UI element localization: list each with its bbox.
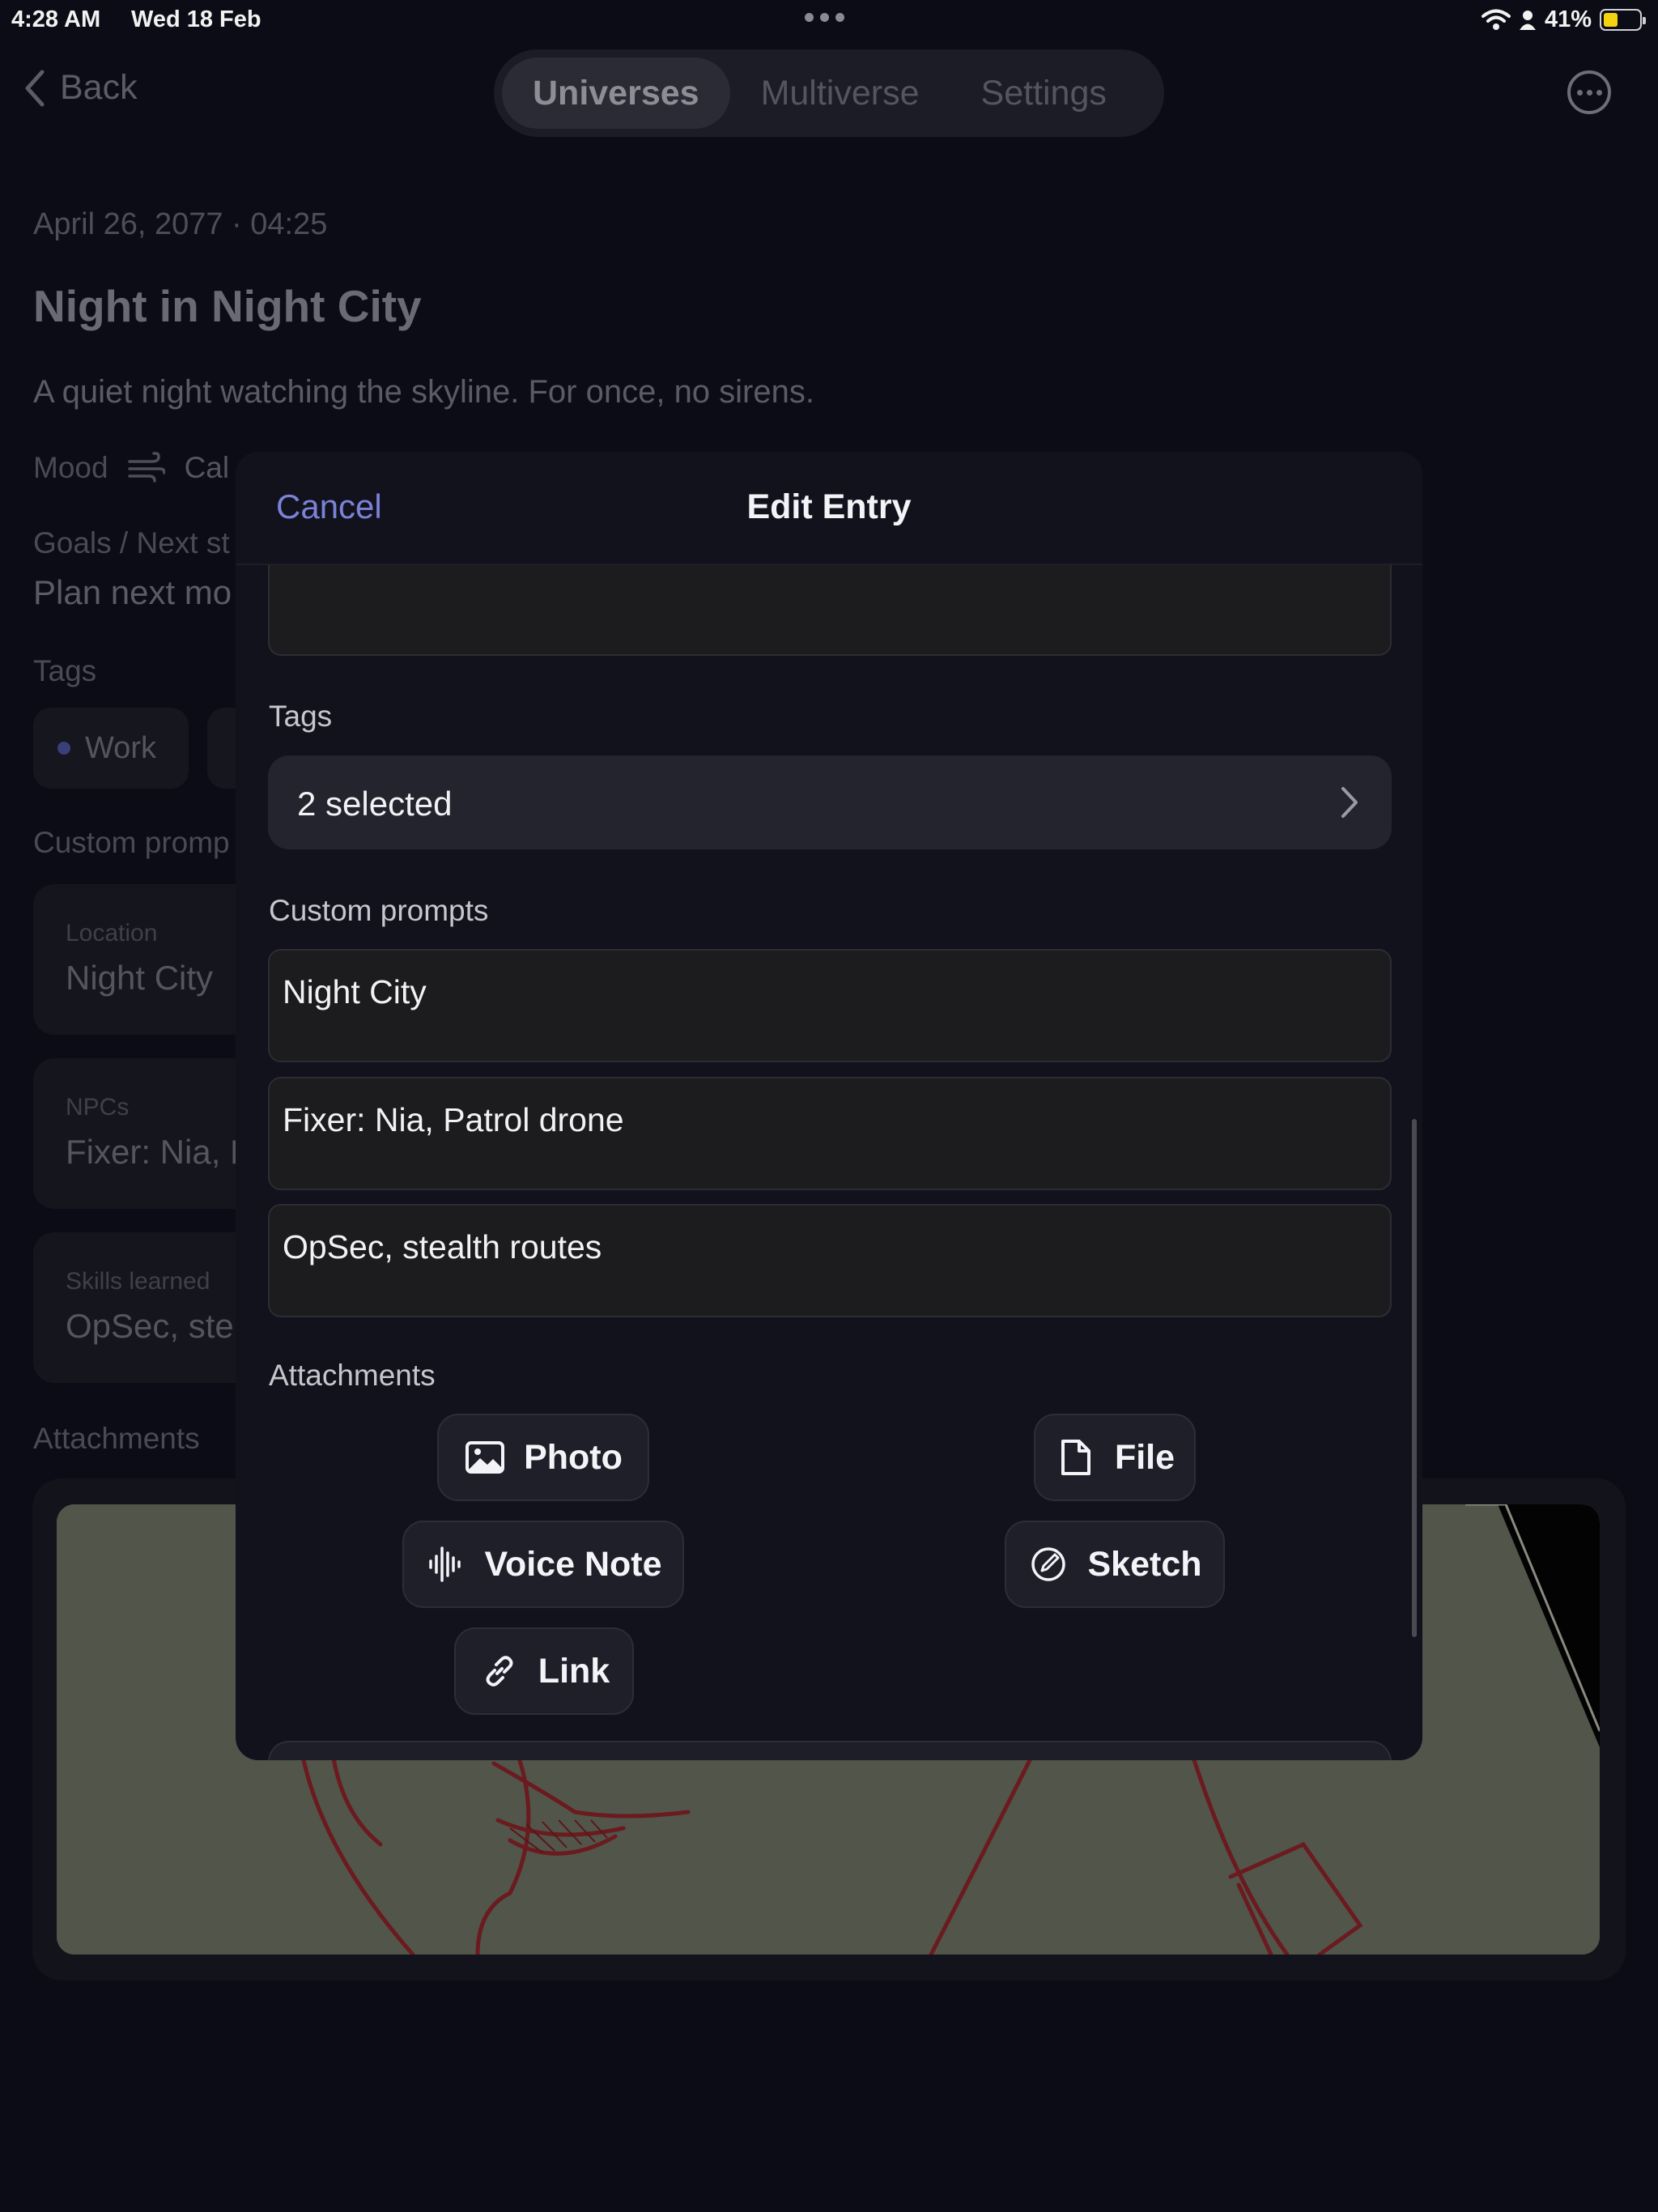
next-section-card bbox=[268, 1741, 1392, 1760]
card-key: NPCs bbox=[66, 1094, 130, 1121]
entry-summary: A quiet night watching the skyline. For … bbox=[33, 374, 814, 410]
tags-selector[interactable]: 2 selected bbox=[268, 755, 1392, 849]
add-photo-button[interactable]: Photo bbox=[437, 1414, 649, 1501]
add-voice-note-button[interactable]: Voice Note bbox=[402, 1521, 684, 1608]
attachments-label: Attachments bbox=[33, 1422, 200, 1455]
edit-entry-sheet: Cancel Edit Entry Tags 2 selected Custom… bbox=[236, 452, 1422, 1760]
mood-label: Mood bbox=[33, 451, 108, 484]
pencil-circle-icon bbox=[1027, 1543, 1069, 1585]
tags-selected-count: 2 selected bbox=[297, 785, 453, 823]
card-key: Location bbox=[66, 920, 158, 946]
tag-chip-work[interactable]: Work bbox=[33, 708, 189, 789]
status-bar: 4:28 AM Wed 18 Feb 41% bbox=[0, 0, 1658, 40]
waveform-icon bbox=[424, 1543, 466, 1585]
back-label: Back bbox=[60, 68, 138, 107]
prompt-location-field[interactable]: Night City bbox=[268, 949, 1392, 1062]
battery-icon bbox=[1600, 9, 1646, 31]
tags-label: Tags bbox=[33, 654, 97, 687]
status-date: Wed 18 Feb bbox=[131, 6, 261, 32]
goals-text-area[interactable] bbox=[268, 565, 1392, 656]
goals-value: Plan next mo bbox=[33, 573, 232, 611]
attachments-section-label: Attachments bbox=[269, 1359, 436, 1392]
tag-label: Work bbox=[85, 730, 156, 765]
battery-percent: 41% bbox=[1544, 6, 1592, 32]
custom-prompts-section-label: Custom prompts bbox=[269, 894, 489, 927]
sketch-label: Sketch bbox=[1087, 1544, 1202, 1584]
voice-note-label: Voice Note bbox=[484, 1544, 662, 1584]
wifi-icon bbox=[1481, 9, 1511, 30]
tags-section-label: Tags bbox=[269, 700, 333, 733]
tab-multiverse[interactable]: Multiverse bbox=[730, 57, 950, 129]
mood-value: Cal bbox=[184, 451, 230, 484]
prompt-npcs-text: Fixer: Nia, Patrol drone bbox=[283, 1101, 624, 1138]
add-link-button[interactable]: Link bbox=[454, 1627, 634, 1715]
card-key: Skills learned bbox=[66, 1268, 210, 1295]
prompt-npcs-field[interactable]: Fixer: Nia, Patrol drone bbox=[268, 1077, 1392, 1190]
entry-date: April 26, 2077 · 04:25 bbox=[33, 207, 328, 241]
tab-universes[interactable]: Universes bbox=[502, 57, 730, 129]
prompt-skills-text: OpSec, stealth routes bbox=[283, 1228, 602, 1266]
tag-color-dot bbox=[57, 742, 70, 755]
status-time: 4:28 AM bbox=[11, 6, 101, 32]
prompt-skills-field[interactable]: OpSec, stealth routes bbox=[268, 1204, 1392, 1317]
mood-row: Mood Cal bbox=[33, 451, 229, 485]
tab-settings[interactable]: Settings bbox=[950, 57, 1137, 129]
document-icon bbox=[1055, 1436, 1097, 1478]
card-value: Night City bbox=[66, 959, 214, 997]
photo-icon bbox=[464, 1436, 506, 1478]
entry-title: Night in Night City bbox=[33, 281, 422, 331]
goals-label: Goals / Next st bbox=[33, 526, 230, 559]
multitasking-dots-icon[interactable] bbox=[805, 13, 853, 26]
chevron-right-icon bbox=[1341, 787, 1358, 818]
link-label: Link bbox=[538, 1651, 610, 1691]
file-label: File bbox=[1114, 1437, 1175, 1477]
card-value: Fixer: Nia, P bbox=[66, 1133, 253, 1171]
scrollbar[interactable] bbox=[1412, 1119, 1417, 1637]
chevron-left-icon bbox=[25, 70, 45, 106]
custom-prompts-label: Custom promp bbox=[33, 826, 230, 859]
universe-tabs: Universes Multiverse Settings bbox=[494, 49, 1164, 137]
more-options-icon[interactable] bbox=[1567, 70, 1611, 114]
prompt-location-text: Night City bbox=[283, 973, 427, 1010]
sheet-title: Edit Entry bbox=[746, 487, 912, 526]
photo-label: Photo bbox=[524, 1437, 623, 1477]
sheet-header: Cancel Edit Entry bbox=[236, 452, 1422, 565]
add-file-button[interactable]: File bbox=[1034, 1414, 1196, 1501]
card-value: OpSec, ste bbox=[66, 1307, 234, 1345]
status-right: 41% bbox=[1481, 6, 1646, 33]
wind-icon bbox=[127, 452, 165, 483]
back-button[interactable]: Back bbox=[24, 68, 138, 108]
link-icon bbox=[478, 1650, 521, 1692]
person-icon bbox=[1519, 10, 1536, 30]
add-sketch-button[interactable]: Sketch bbox=[1005, 1521, 1225, 1608]
